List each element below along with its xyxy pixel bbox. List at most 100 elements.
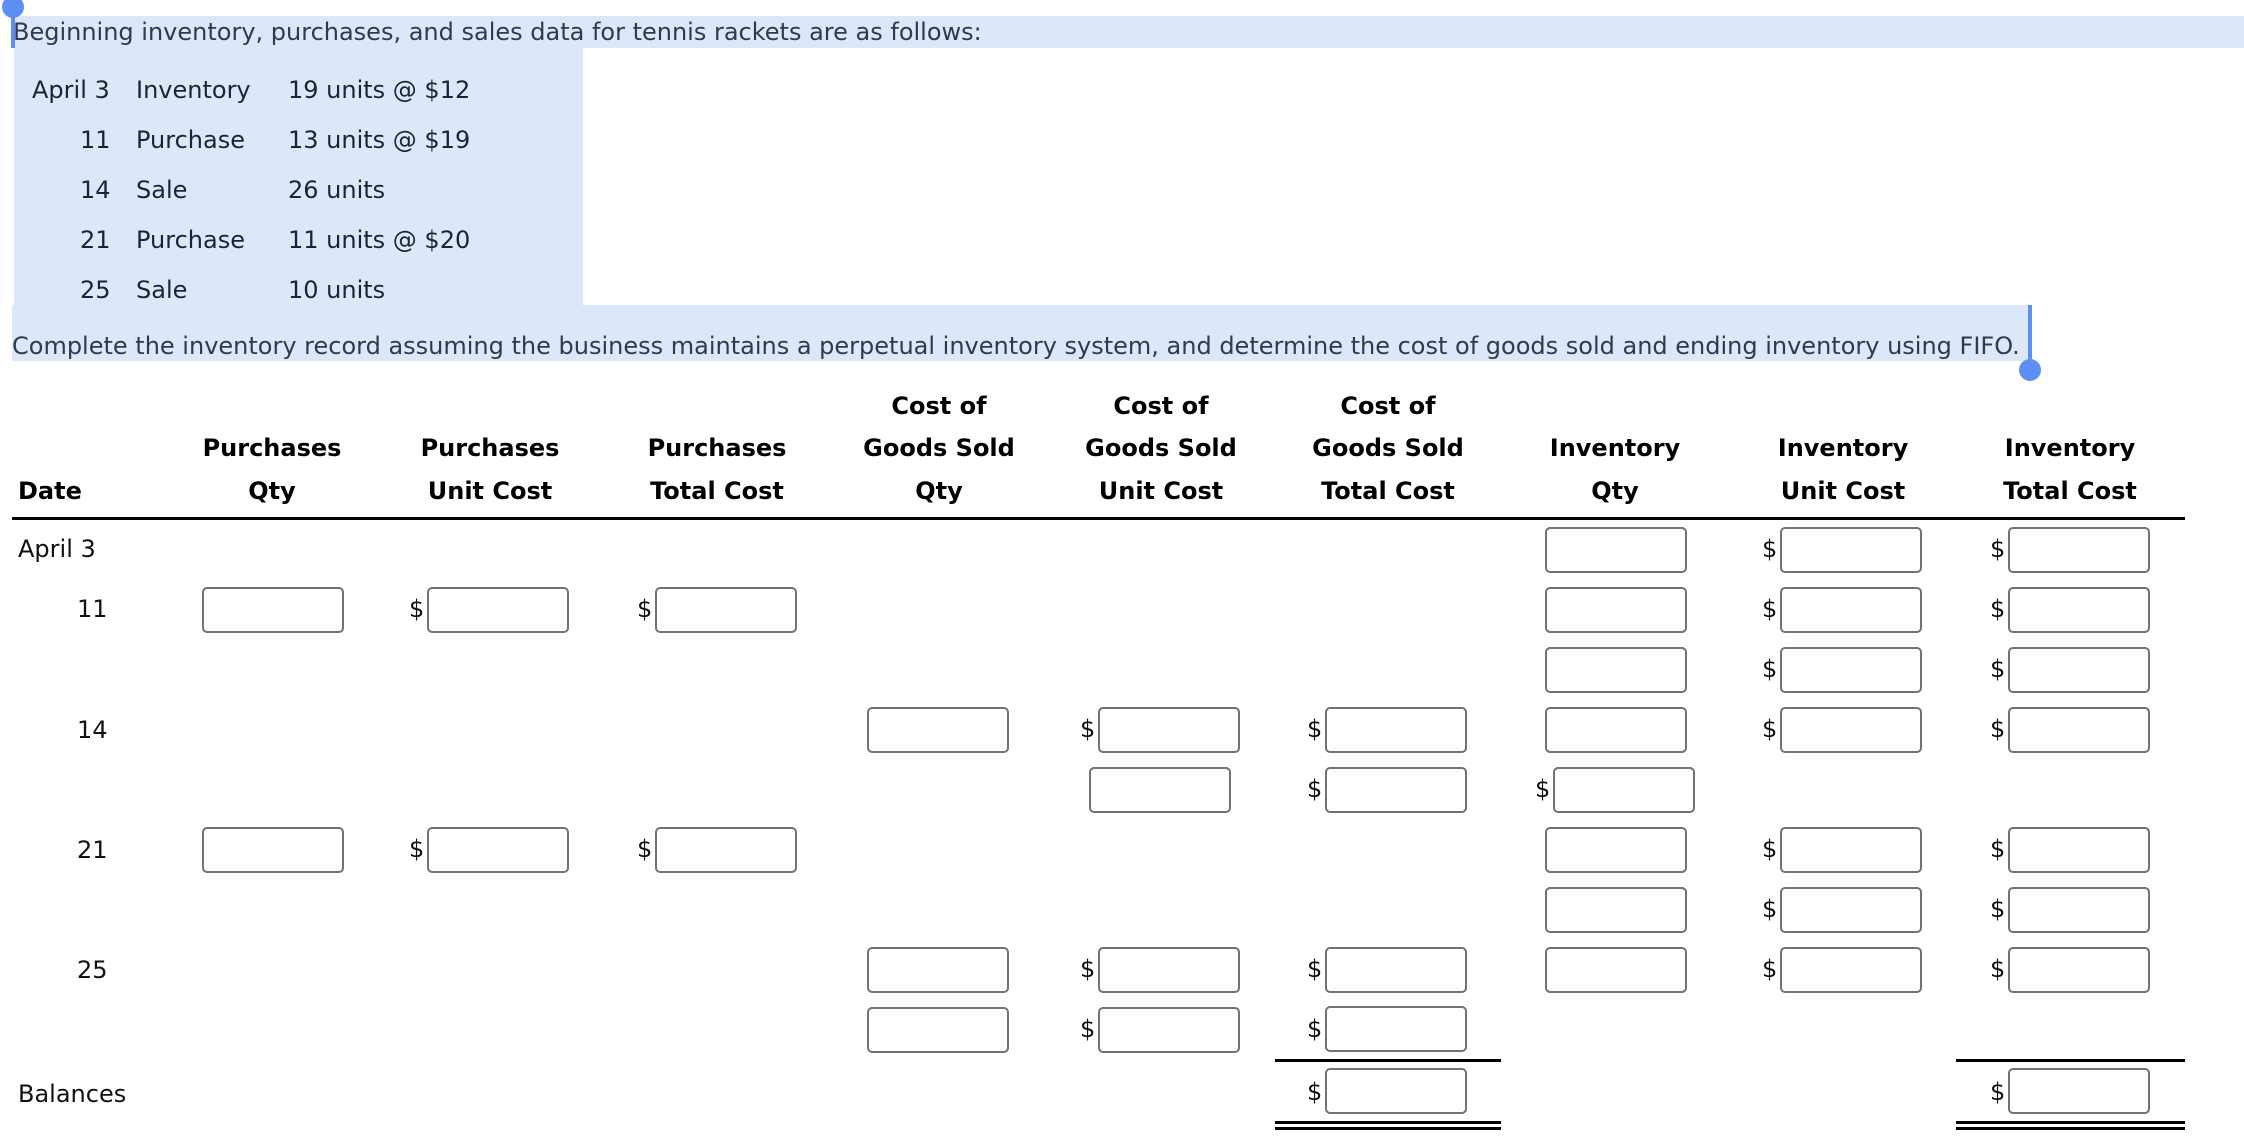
dollar-sign: $ (1762, 715, 1778, 743)
dollar-sign: $ (1990, 1078, 2006, 1106)
header-inventory-unit-line1: Inventory (1777, 434, 1909, 462)
dollar-sign: $ (1990, 835, 2006, 863)
dollar-sign: $ (1762, 955, 1778, 983)
header-inventory-qty-line2: Qty (1591, 477, 1639, 505)
given-detail: 19 units @ $12 (288, 76, 471, 104)
cogs-total-cost-input[interactable] (1325, 947, 1467, 993)
inventory-qty-input[interactable] (1545, 887, 1687, 933)
cogs-qty-input[interactable] (867, 947, 1009, 993)
dollar-sign: $ (1307, 955, 1323, 983)
inventory-total-cost-input[interactable] (2008, 707, 2150, 753)
dollar-sign: $ (1307, 775, 1323, 803)
inventory-qty-input[interactable] (1545, 947, 1687, 993)
header-cogs-total-line2: Goods Sold (1312, 434, 1464, 462)
inventory-unit-cost-input[interactable] (1780, 947, 1922, 993)
cogs-total-cost-input[interactable] (1325, 707, 1467, 753)
purchases-total-cost-input[interactable] (655, 827, 797, 873)
cogs-double-rule-top (1275, 1121, 1501, 1124)
dollar-sign: $ (1990, 535, 2006, 563)
dollar-sign: $ (1990, 595, 2006, 623)
inventory-balance-total-input[interactable] (2008, 1068, 2150, 1114)
inventory-double-rule-bottom (1956, 1127, 2185, 1130)
inventory-unit-cost-input[interactable] (1780, 587, 1922, 633)
inventory-double-rule-top (1956, 1121, 2185, 1124)
inventory-total-cost-input[interactable] (2008, 947, 2150, 993)
inventory-unit-cost-input[interactable] (1780, 647, 1922, 693)
dollar-sign: $ (1990, 655, 2006, 683)
header-purchases-total-line2: Total Cost (650, 477, 784, 505)
given-date: 25 (80, 276, 111, 304)
given-date: 21 (80, 226, 111, 254)
dollar-sign: $ (409, 835, 425, 863)
dollar-sign: $ (409, 595, 425, 623)
purchases-unit-cost-input[interactable] (427, 827, 569, 873)
instruction-text: Complete the inventory record assuming t… (12, 332, 2020, 360)
dollar-sign: $ (1762, 835, 1778, 863)
header-cogs-unit-line3: Unit Cost (1098, 477, 1224, 505)
header-inventory-total-line1: Inventory (2004, 434, 2136, 462)
given-detail: 26 units (288, 176, 386, 204)
purchases-total-cost-input[interactable] (655, 587, 797, 633)
inventory-qty-input[interactable] (1545, 527, 1687, 573)
inventory-qty-input[interactable] (1545, 587, 1687, 633)
cogs-qty-input[interactable] (867, 1007, 1009, 1053)
given-type: Purchase (136, 226, 245, 254)
dollar-sign: $ (1990, 895, 2006, 923)
dollar-sign: $ (1307, 1078, 1323, 1106)
header-cogs-unit-line2: Goods Sold (1085, 434, 1237, 462)
given-type: Sale (136, 276, 188, 304)
row-label-april-3: April 3 (18, 535, 96, 563)
inventory-total-cost-input[interactable] (2008, 887, 2150, 933)
purchases-qty-input[interactable] (202, 587, 344, 633)
dollar-sign: $ (1307, 1015, 1323, 1043)
inventory-unit-cost-input[interactable] (1780, 707, 1922, 753)
header-purchases-total-line1: Purchases (647, 434, 787, 462)
row-label-balances: Balances (18, 1080, 127, 1108)
given-detail: 13 units @ $19 (288, 126, 471, 154)
cogs-unit-cost-input[interactable] (1089, 767, 1231, 813)
cogs-balance-total-input[interactable] (1325, 1068, 1467, 1114)
cogs-unit-cost-input[interactable] (1098, 707, 1240, 753)
cogs-qty-input[interactable] (867, 707, 1009, 753)
purchases-unit-cost-input[interactable] (427, 587, 569, 633)
inventory-qty-input[interactable] (1553, 767, 1695, 813)
header-cogs-total-line1: Cost of (1340, 392, 1436, 420)
inventory-unit-cost-input[interactable] (1780, 527, 1922, 573)
cogs-total-cost-input[interactable] (1325, 767, 1467, 813)
header-purchases-qty-line2: Qty (248, 477, 296, 505)
dollar-sign: $ (1762, 655, 1778, 683)
cogs-subtotal-rule (1275, 1059, 1501, 1062)
header-cogs-unit-line1: Cost of (1113, 392, 1209, 420)
dollar-sign: $ (1307, 715, 1323, 743)
given-date: 14 (80, 176, 111, 204)
dollar-sign: $ (1080, 715, 1096, 743)
row-label-21: 21 (77, 836, 108, 864)
header-date: Date (18, 477, 82, 505)
inventory-qty-input[interactable] (1545, 647, 1687, 693)
given-date: April 3 (32, 76, 110, 104)
header-cogs-total-line3: Total Cost (1321, 477, 1455, 505)
header-inventory-total-line2: Total Cost (2003, 477, 2137, 505)
inventory-total-cost-input[interactable] (2008, 527, 2150, 573)
cogs-unit-cost-input[interactable] (1098, 1007, 1240, 1053)
inventory-subtotal-rule (1956, 1059, 2185, 1062)
header-inventory-qty-line1: Inventory (1549, 434, 1681, 462)
purchases-qty-input[interactable] (202, 827, 344, 873)
inventory-qty-input[interactable] (1545, 707, 1687, 753)
given-type: Inventory (136, 76, 251, 104)
inventory-total-cost-input[interactable] (2008, 827, 2150, 873)
inventory-qty-input[interactable] (1545, 827, 1687, 873)
inventory-total-cost-input[interactable] (2008, 587, 2150, 633)
cogs-total-cost-input[interactable] (1325, 1006, 1467, 1052)
selection-end-handle[interactable] (2019, 359, 2041, 381)
given-type: Sale (136, 176, 188, 204)
given-detail: 11 units @ $20 (288, 226, 471, 254)
inventory-unit-cost-input[interactable] (1780, 887, 1922, 933)
dollar-sign: $ (1762, 535, 1778, 563)
cogs-unit-cost-input[interactable] (1098, 947, 1240, 993)
selection-end-caret (2028, 305, 2032, 365)
dollar-sign: $ (637, 595, 653, 623)
dollar-sign: $ (1080, 955, 1096, 983)
inventory-total-cost-input[interactable] (2008, 647, 2150, 693)
inventory-unit-cost-input[interactable] (1780, 827, 1922, 873)
